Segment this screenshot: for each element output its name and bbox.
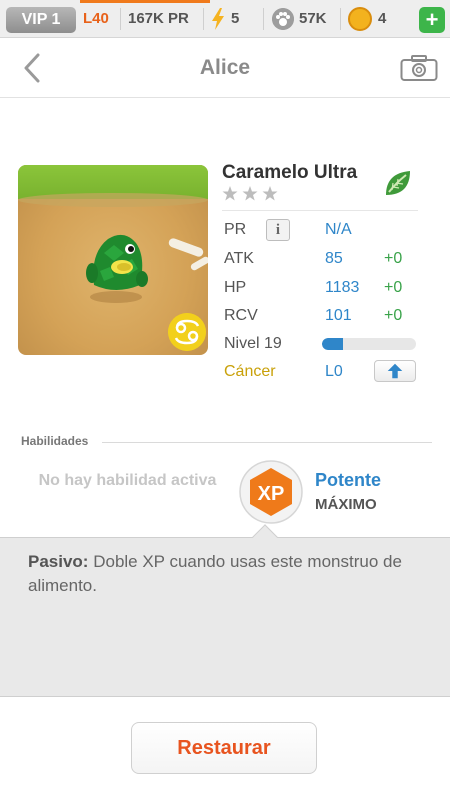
camera-icon[interactable] (400, 54, 438, 82)
divider (203, 8, 204, 30)
status-bar: VIP 1 L40 167K PR 5 57K 4 + (0, 0, 450, 38)
bone-decoration (167, 237, 205, 258)
food-count: 57K (299, 10, 327, 27)
skill-name[interactable]: Potente (315, 470, 381, 491)
passive-label: Pasivo: (28, 552, 89, 571)
stat-value-atk: 85 (325, 250, 343, 267)
divider (102, 442, 432, 443)
star-icon (262, 186, 278, 201)
paw-icon (272, 8, 294, 30)
stat-bonus-rcv: +0 (384, 307, 403, 324)
stat-value-pr: N/A (325, 221, 352, 238)
energy-bolt-icon (212, 8, 224, 30)
star-icon (222, 186, 238, 201)
divider (263, 8, 264, 30)
skills-section-label: Habilidades (21, 434, 89, 448)
monster-portrait[interactable] (18, 165, 208, 355)
stat-label-atk: ATK (224, 250, 254, 267)
upgrade-arrow-icon[interactable] (374, 360, 416, 382)
star-icon (242, 186, 258, 201)
power-rating: 167K PR (128, 10, 189, 27)
info-button[interactable]: i (266, 219, 290, 241)
stat-bonus-hp: +0 (384, 279, 403, 296)
passive-description: Pasivo: Doble XP cuando usas este monstr… (28, 550, 428, 598)
stat-label-pr: PR (224, 221, 247, 238)
divider (340, 8, 341, 30)
star-rating (222, 186, 278, 201)
skill-level: MÁXIMO (315, 496, 377, 513)
level-label: Nivel 19 (224, 335, 282, 352)
xp-skill-icon[interactable]: XP (239, 460, 303, 524)
leaf-icon[interactable] (380, 165, 416, 201)
player-level: L40 (83, 10, 109, 27)
stat-value-hp: 1183 (325, 279, 360, 296)
restore-button[interactable]: Restaurar (131, 722, 317, 774)
energy-count: 5 (231, 10, 240, 27)
monster-figure (86, 234, 148, 303)
no-active-skill-text: No hay habilidad activa (38, 472, 217, 489)
zodiac-sign-level: L0 (325, 363, 343, 380)
bone-decoration (189, 255, 208, 272)
stat-label-hp: HP (224, 279, 247, 296)
divider (120, 8, 121, 30)
passive-panel: Pasivo: Doble XP cuando usas este monstr… (0, 537, 450, 697)
nav-bar: Alice (0, 38, 450, 98)
page-title: Alice (199, 56, 251, 79)
grass-edge (18, 193, 208, 207)
divider (222, 210, 418, 211)
monster-name: Caramelo Ultra (222, 162, 358, 183)
stat-value-rcv: 101 (325, 307, 352, 324)
status-accent-line (80, 0, 210, 3)
coin-icon (348, 7, 372, 31)
level-progress-bar (322, 338, 416, 350)
cancer-zodiac-icon (168, 313, 206, 351)
xp-badge-text: XP (258, 483, 285, 505)
zodiac-sign-label[interactable]: Cáncer (224, 363, 276, 381)
stat-bonus-atk: +0 (384, 250, 403, 267)
add-currency-button[interactable]: + (419, 7, 445, 33)
level-progress-fill (322, 338, 343, 350)
vip-badge[interactable]: VIP 1 (6, 7, 76, 33)
coin-count: 4 (378, 10, 387, 27)
stat-label-rcv: RCV (224, 307, 258, 324)
